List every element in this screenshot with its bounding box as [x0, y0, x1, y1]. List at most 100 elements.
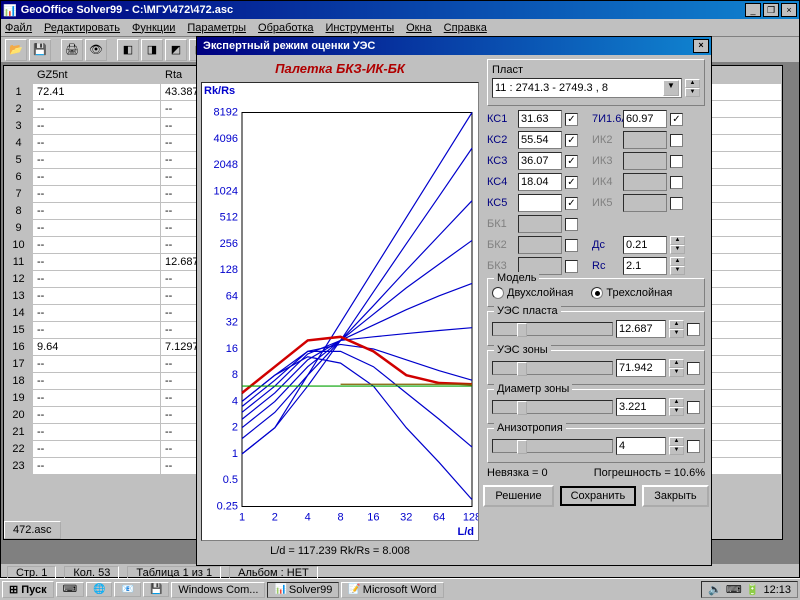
maximize-button[interactable]: ❐ — [763, 3, 779, 17]
kc-input[interactable] — [518, 173, 562, 191]
grid-cell[interactable]: 72.41 — [33, 84, 161, 101]
menu-item[interactable]: Функции — [132, 22, 175, 34]
save-button[interactable]: Сохранить — [560, 486, 637, 506]
close-button[interactable]: × — [781, 3, 797, 17]
kc-check[interactable] — [565, 155, 578, 168]
row-header[interactable]: 8 — [5, 203, 33, 220]
minimize-button[interactable]: _ — [745, 3, 761, 17]
bk-input[interactable] — [518, 215, 562, 233]
slider[interactable] — [492, 322, 613, 336]
ik-check[interactable] — [670, 134, 683, 147]
quicklaunch[interactable]: 🌐 — [86, 582, 112, 597]
menu-item[interactable]: Окна — [406, 22, 432, 34]
start-button[interactable]: ⊞Пуск — [2, 581, 54, 598]
task-item-active[interactable]: 📊 Solver99 — [267, 582, 339, 598]
rc-input[interactable] — [623, 257, 667, 275]
slider-spin[interactable]: ▲▼ — [669, 320, 684, 338]
grid-tab[interactable]: 472.asc — [4, 521, 61, 539]
row-header[interactable]: 3 — [5, 118, 33, 135]
preview-button[interactable]: 👁 — [85, 39, 107, 61]
row-header[interactable]: 18 — [5, 373, 33, 390]
grid-cell[interactable]: -- — [33, 356, 161, 373]
row-header[interactable]: 14 — [5, 305, 33, 322]
row-header[interactable]: 10 — [5, 237, 33, 254]
grid-cell[interactable]: -- — [33, 288, 161, 305]
kc-input[interactable] — [518, 194, 562, 212]
slider-check[interactable] — [687, 401, 700, 414]
grid-cell[interactable]: -- — [33, 135, 161, 152]
rc-spin[interactable]: ▲▼ — [670, 257, 685, 275]
row-header[interactable]: 15 — [5, 322, 33, 339]
row-header[interactable]: 13 — [5, 288, 33, 305]
quicklaunch[interactable]: ⌨ — [56, 582, 84, 597]
slider[interactable] — [492, 439, 613, 453]
grid-cell[interactable]: -- — [33, 390, 161, 407]
task-item[interactable]: 📝 Microsoft Word — [341, 582, 443, 598]
column-header[interactable]: GZ5nt — [33, 67, 161, 84]
slider-input[interactable] — [616, 320, 666, 338]
bk-input[interactable] — [518, 236, 562, 254]
dc-input[interactable] — [623, 236, 667, 254]
menu-item[interactable]: Справка — [444, 22, 487, 34]
menu-item[interactable]: Параметры — [187, 22, 246, 34]
save-button[interactable]: 💾 — [29, 39, 51, 61]
dc-spin[interactable]: ▲▼ — [670, 236, 685, 254]
slider-spin[interactable]: ▲▼ — [669, 359, 684, 377]
row-header[interactable]: 7 — [5, 186, 33, 203]
grid-cell[interactable]: -- — [33, 203, 161, 220]
row-header[interactable]: 4 — [5, 135, 33, 152]
slider-input[interactable] — [616, 437, 666, 455]
menu-item[interactable]: Обработка — [258, 22, 313, 34]
open-button[interactable]: 📂 — [5, 39, 27, 61]
ik-check[interactable] — [670, 176, 683, 189]
slider-spin[interactable]: ▲▼ — [669, 437, 684, 455]
tool-button[interactable]: ◩ — [165, 39, 187, 61]
slider-check[interactable] — [687, 323, 700, 336]
row-header[interactable]: 17 — [5, 356, 33, 373]
bk-check[interactable] — [565, 239, 578, 252]
grid-cell[interactable]: -- — [33, 237, 161, 254]
grid-cell[interactable]: -- — [33, 322, 161, 339]
quicklaunch[interactable]: 💾 — [143, 582, 169, 597]
row-header[interactable]: 9 — [5, 220, 33, 237]
grid-cell[interactable]: -- — [33, 101, 161, 118]
tray-icon[interactable]: ⌨ — [726, 583, 742, 596]
task-item[interactable]: Windows Com... — [171, 582, 265, 598]
grid-cell[interactable]: -- — [33, 220, 161, 237]
kc-check[interactable] — [565, 176, 578, 189]
menu-item[interactable]: Инструменты — [326, 22, 395, 34]
tool-button[interactable]: ◧ — [117, 39, 139, 61]
row-header[interactable]: 23 — [5, 458, 33, 475]
ik-check[interactable] — [670, 197, 683, 210]
model-3layer-radio[interactable] — [591, 287, 603, 299]
slider-check[interactable] — [687, 362, 700, 375]
kc-input[interactable] — [518, 152, 562, 170]
row-header[interactable]: 22 — [5, 441, 33, 458]
layer-combo[interactable]: 11 : 2741.3 - 2749.3 , 8▼ — [492, 78, 682, 98]
row-header[interactable]: 2 — [5, 101, 33, 118]
row-header[interactable]: 5 — [5, 152, 33, 169]
row-header[interactable]: 21 — [5, 424, 33, 441]
layer-spin[interactable]: ▲▼ — [685, 79, 700, 97]
grid-cell[interactable]: -- — [33, 169, 161, 186]
menu-item[interactable]: Редактировать — [44, 22, 120, 34]
row-header[interactable]: 16 — [5, 339, 33, 356]
model-2layer-radio[interactable] — [492, 287, 504, 299]
ik-check[interactable] — [670, 113, 683, 126]
grid-cell[interactable]: -- — [33, 305, 161, 322]
menu-item[interactable]: Файл — [5, 22, 32, 34]
ik-input[interactable] — [623, 152, 667, 170]
quicklaunch[interactable]: 📧 — [114, 582, 140, 597]
slider-spin[interactable]: ▲▼ — [669, 398, 684, 416]
ik-input[interactable] — [623, 131, 667, 149]
bk-check[interactable] — [565, 218, 578, 231]
grid-cell[interactable]: -- — [33, 373, 161, 390]
close-button[interactable]: Закрыть — [642, 485, 708, 507]
bk-check[interactable] — [565, 260, 578, 273]
kc-check[interactable] — [565, 197, 578, 210]
chart-area[interactable]: Rk/Rs L/d 0.250.512481632641282565121024… — [201, 82, 479, 541]
kc-input[interactable] — [518, 131, 562, 149]
kc-input[interactable] — [518, 110, 562, 128]
ik-input[interactable] — [623, 173, 667, 191]
row-header[interactable]: 20 — [5, 407, 33, 424]
